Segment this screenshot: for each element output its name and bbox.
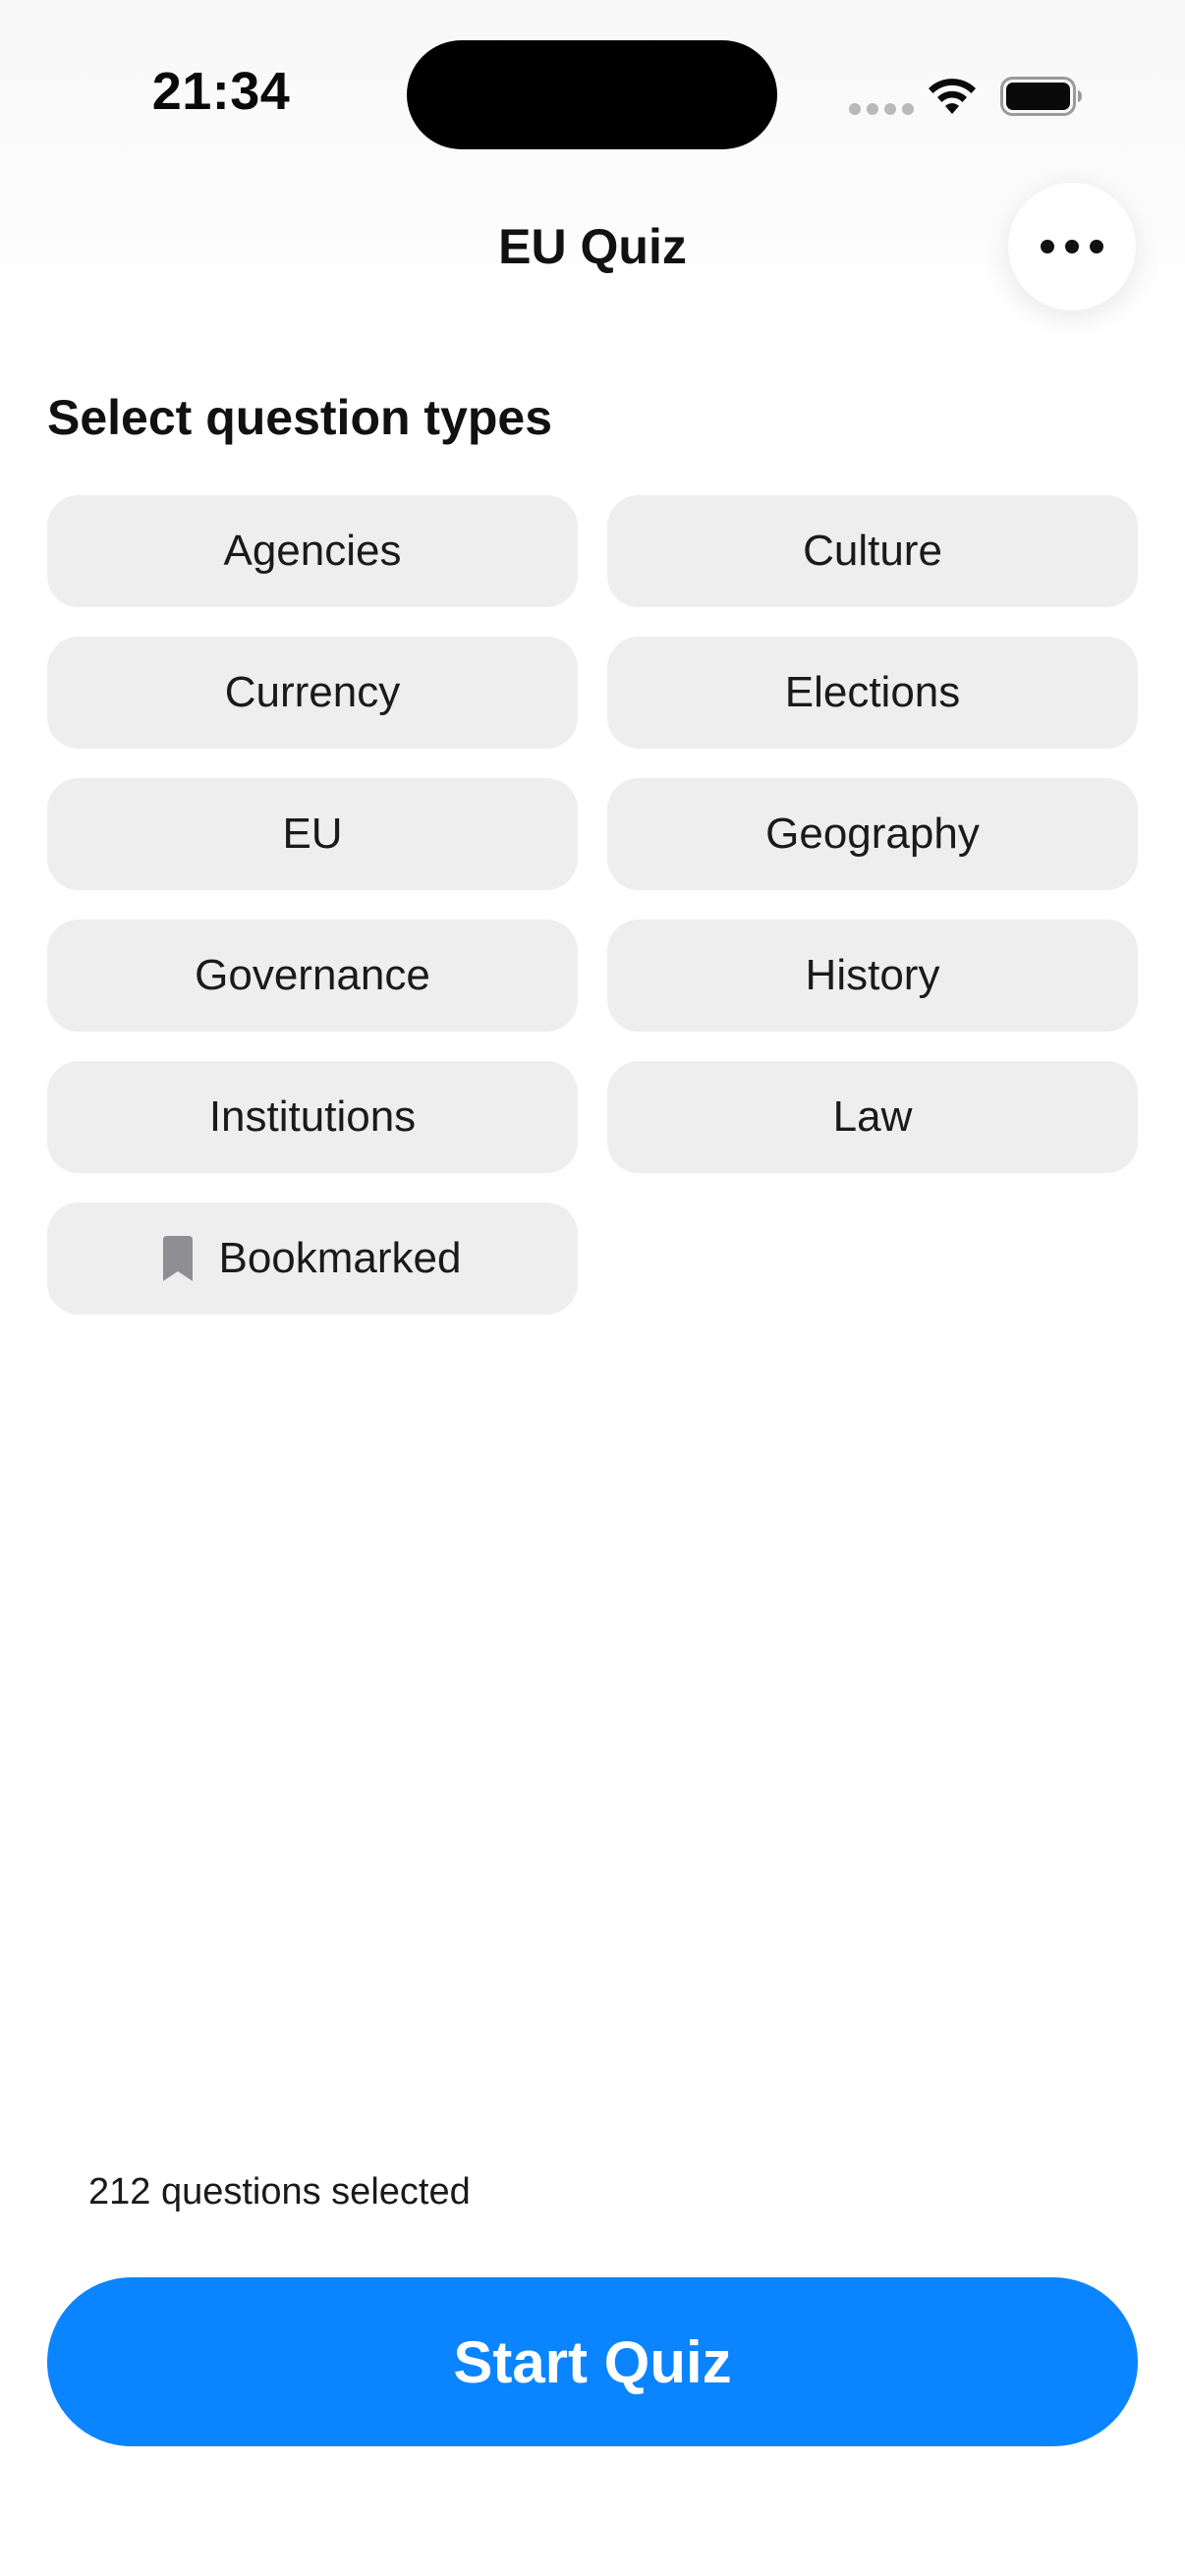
status-time: 21:34	[151, 62, 291, 121]
chip-label: Bookmarked	[218, 1234, 462, 1282]
chip-label: Currency	[224, 668, 401, 716]
chip-label: EU	[282, 810, 343, 858]
more-options-button[interactable]	[1008, 183, 1136, 310]
ellipsis-icon	[1041, 240, 1103, 253]
section-heading: Select question types	[47, 390, 553, 445]
wifi-icon	[929, 79, 976, 114]
chip-law[interactable]: Law	[607, 1061, 1138, 1173]
chip-institutions[interactable]: Institutions	[47, 1061, 578, 1173]
chip-culture[interactable]: Culture	[607, 495, 1138, 607]
dynamic-island	[407, 40, 777, 149]
chip-bookmarked[interactable]: Bookmarked	[47, 1203, 578, 1315]
chip-history[interactable]: History	[607, 920, 1138, 1032]
chip-agencies[interactable]: Agencies	[47, 495, 578, 607]
cellular-signal-icon	[849, 103, 914, 115]
chip-governance[interactable]: Governance	[47, 920, 578, 1032]
question-type-grid: Agencies Culture Currency Elections EU G…	[47, 495, 1138, 1315]
chip-label: Agencies	[223, 527, 402, 575]
chip-currency[interactable]: Currency	[47, 637, 578, 749]
chip-label: Governance	[195, 951, 430, 999]
selected-count: 212 questions selected	[88, 2171, 471, 2212]
battery-icon	[1000, 77, 1082, 116]
chip-elections[interactable]: Elections	[607, 637, 1138, 749]
chip-eu[interactable]: EU	[47, 778, 578, 890]
chip-label: History	[805, 951, 940, 999]
chip-label: Law	[832, 1092, 913, 1141]
chip-label: Culture	[803, 527, 942, 575]
chip-geography[interactable]: Geography	[607, 778, 1138, 890]
bookmark-icon	[163, 1236, 194, 1281]
start-quiz-button[interactable]: Start Quiz	[47, 2277, 1138, 2446]
chip-label: Elections	[784, 668, 961, 716]
chip-label: Geography	[765, 810, 980, 858]
chip-label: Institutions	[208, 1092, 417, 1141]
